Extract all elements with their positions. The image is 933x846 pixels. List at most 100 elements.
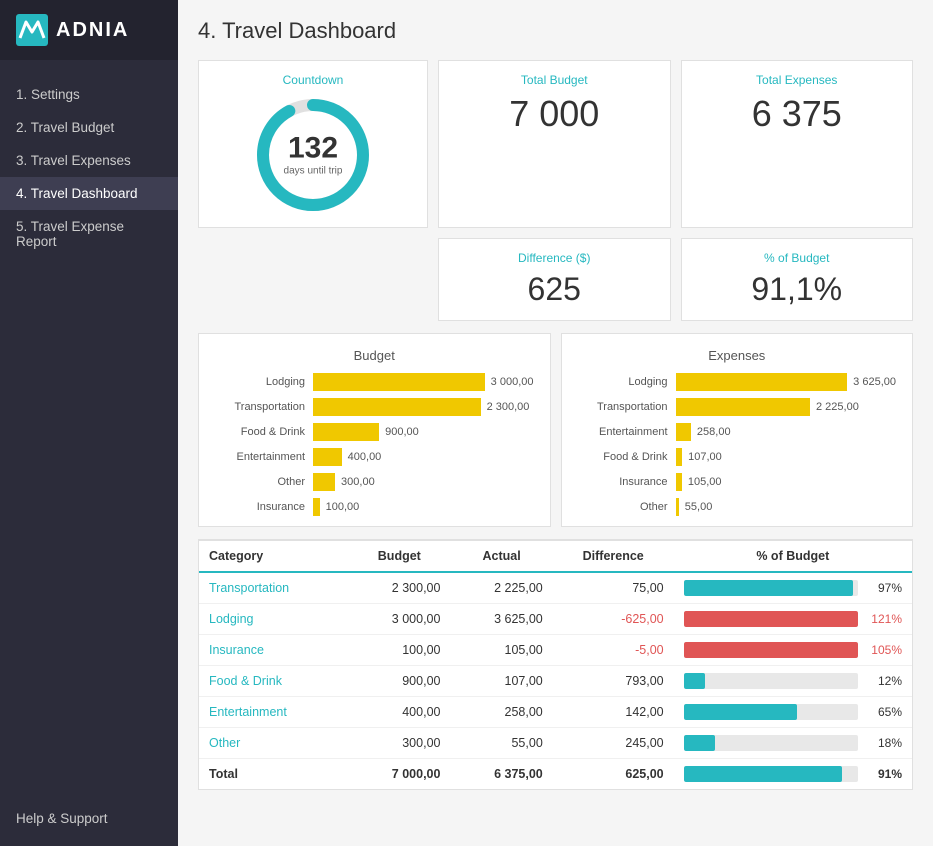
- pct-label: 65%: [866, 705, 902, 719]
- bar-row: Lodging 3 000,00: [215, 373, 534, 391]
- bar-track: 400,00: [313, 448, 534, 466]
- bar-track: 3 625,00: [676, 373, 897, 391]
- bar-label: Other: [215, 476, 305, 488]
- pct-bar-track: [684, 580, 858, 596]
- bar-row: Transportation 2 300,00: [215, 398, 534, 416]
- cell-budget: 100,00: [348, 635, 450, 666]
- kpi-row-2: Difference ($) 625 % of Budget 91,1%: [198, 238, 913, 321]
- difference-value: 625: [455, 271, 654, 308]
- table-row: Other 300,00 55,00 245,00 18%: [199, 728, 912, 759]
- bar-fill: [313, 498, 320, 516]
- bar-value: 300,00: [341, 476, 375, 488]
- total-budget-label: Total Budget: [455, 73, 654, 87]
- pct-label: 121%: [866, 612, 902, 626]
- sidebar-item-report[interactable]: 5. Travel Expense Report: [0, 210, 178, 258]
- bar-track: 2 225,00: [676, 398, 897, 416]
- sidebar-item-budget[interactable]: 2. Travel Budget: [0, 111, 178, 144]
- bar-value: 55,00: [685, 501, 713, 513]
- difference-card: Difference ($) 625: [438, 238, 671, 321]
- budget-chart-title: Budget: [215, 348, 534, 363]
- col-budget: Budget: [348, 541, 450, 573]
- bar-label: Transportation: [578, 401, 668, 413]
- bar-track: 100,00: [313, 498, 534, 516]
- bar-label: Food & Drink: [578, 451, 668, 463]
- countdown-number: 132: [284, 134, 343, 164]
- table-row: Insurance 100,00 105,00 -5,00 105%: [199, 635, 912, 666]
- col-pct: % of Budget: [674, 541, 912, 573]
- bar-row: Food & Drink 900,00: [215, 423, 534, 441]
- cell-actual: 105,00: [450, 635, 552, 666]
- countdown-card: Countdown 132 days until trip: [198, 60, 428, 228]
- bar-fill: [313, 473, 335, 491]
- bar-fill: [676, 473, 682, 491]
- pct-bar-fill: [684, 704, 797, 720]
- total-expenses-card: Total Expenses 6 375: [681, 60, 914, 228]
- cell-total-pct: 91%: [674, 759, 912, 790]
- cell-pct: 121%: [674, 604, 912, 635]
- pct-bar-track: [684, 611, 858, 627]
- budget-bar-chart: Lodging 3 000,00 Transportation 2 300,00…: [215, 373, 534, 516]
- bar-fill: [313, 448, 342, 466]
- bar-value: 400,00: [348, 451, 382, 463]
- bar-track: 55,00: [676, 498, 897, 516]
- bar-row: Entertainment 258,00: [578, 423, 897, 441]
- bar-row: Food & Drink 107,00: [578, 448, 897, 466]
- difference-label: Difference ($): [455, 251, 654, 265]
- bar-label: Lodging: [578, 376, 668, 388]
- pct-bar-track: [684, 673, 858, 689]
- cell-diff: -5,00: [553, 635, 674, 666]
- bar-fill: [313, 373, 485, 391]
- pct-bar-track: [684, 766, 858, 782]
- cell-actual: 2 225,00: [450, 572, 552, 604]
- budget-chart-card: Budget Lodging 3 000,00 Transportation 2…: [198, 333, 551, 527]
- sidebar-item-help[interactable]: Help & Support: [0, 797, 178, 846]
- kpi-spacer: [198, 238, 428, 321]
- pct-bar-fill: [684, 611, 858, 627]
- bar-row: Other 55,00: [578, 498, 897, 516]
- sidebar-item-dashboard[interactable]: 4. Travel Dashboard: [0, 177, 178, 210]
- pct-bar-fill: [684, 766, 843, 782]
- cell-category: Lodging: [199, 604, 348, 635]
- bar-fill: [676, 448, 683, 466]
- bar-value: 258,00: [697, 426, 731, 438]
- cell-budget: 3 000,00: [348, 604, 450, 635]
- main-content: 4. Travel Dashboard Countdown 132 days u…: [178, 0, 933, 846]
- pct-label: 91%: [866, 767, 902, 781]
- table-row: Lodging 3 000,00 3 625,00 -625,00 121%: [199, 604, 912, 635]
- sidebar-item-settings[interactable]: 1. Settings: [0, 78, 178, 111]
- logo: ADNIA: [0, 0, 178, 60]
- sidebar: ADNIA 1. Settings 2. Travel Budget 3. Tr…: [0, 0, 178, 846]
- cell-total-budget: 7 000,00: [348, 759, 450, 790]
- bar-track: 105,00: [676, 473, 897, 491]
- charts-row: Budget Lodging 3 000,00 Transportation 2…: [198, 333, 913, 527]
- countdown-donut: 132 days until trip: [253, 95, 373, 215]
- bar-label: Insurance: [578, 476, 668, 488]
- bar-value: 2 300,00: [487, 401, 530, 413]
- pct-bar-fill: [684, 735, 715, 751]
- cell-category: Other: [199, 728, 348, 759]
- pct-bar-track: [684, 735, 858, 751]
- bar-fill: [676, 498, 679, 516]
- bar-row: Insurance 100,00: [215, 498, 534, 516]
- pct-label: 12%: [866, 674, 902, 688]
- pct-budget-value: 91,1%: [698, 271, 897, 308]
- pct-label: 97%: [866, 581, 902, 595]
- table-body: Transportation 2 300,00 2 225,00 75,00 9…: [199, 572, 912, 789]
- bar-fill: [676, 423, 691, 441]
- col-actual: Actual: [450, 541, 552, 573]
- table-card: Category Budget Actual Difference % of B…: [198, 539, 913, 790]
- sidebar-item-expenses[interactable]: 3. Travel Expenses: [0, 144, 178, 177]
- cell-total-diff: 625,00: [553, 759, 674, 790]
- bar-value: 107,00: [688, 451, 722, 463]
- cell-category: Insurance: [199, 635, 348, 666]
- total-budget-value: 7 000: [455, 93, 654, 135]
- bar-track: 900,00: [313, 423, 534, 441]
- bar-label: Entertainment: [578, 426, 668, 438]
- bar-row: Entertainment 400,00: [215, 448, 534, 466]
- bar-track: 3 000,00: [313, 373, 534, 391]
- pct-label: 18%: [866, 736, 902, 750]
- table-row: Entertainment 400,00 258,00 142,00 65%: [199, 697, 912, 728]
- kpi-row: Countdown 132 days until trip Total Budg…: [198, 60, 913, 228]
- table-row: Food & Drink 900,00 107,00 793,00 12%: [199, 666, 912, 697]
- expenses-chart-title: Expenses: [578, 348, 897, 363]
